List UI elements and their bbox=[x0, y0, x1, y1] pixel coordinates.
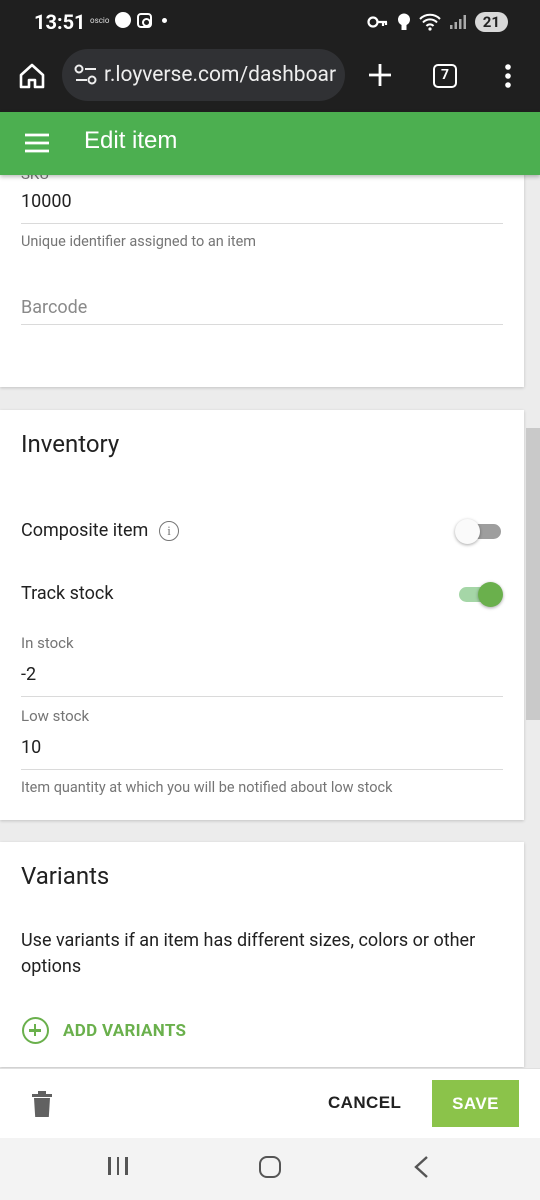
add-variants-label: ADD VARIANTS bbox=[63, 1020, 187, 1041]
add-variants-button[interactable]: ADD VARIANTS bbox=[22, 1017, 186, 1044]
recent-apps-icon[interactable] bbox=[108, 1157, 128, 1175]
url-text: r.loyverse.com/dashboard bbox=[104, 63, 336, 87]
app-header: Edit item bbox=[0, 112, 540, 175]
low-stock-underline bbox=[21, 769, 503, 770]
in-stock-input[interactable]: -2 bbox=[21, 664, 36, 685]
facebook-icon bbox=[115, 12, 132, 28]
home-icon[interactable] bbox=[18, 62, 46, 90]
in-stock-label: In stock bbox=[21, 634, 74, 652]
sku-card: SKU 10000 Unique identifier assigned to … bbox=[0, 175, 524, 387]
notification-icons: oscio bbox=[90, 12, 168, 28]
signal-icon bbox=[449, 15, 466, 29]
home-button-icon[interactable] bbox=[259, 1156, 281, 1178]
save-button[interactable]: SAVE bbox=[432, 1080, 519, 1127]
low-stock-helper-text: Item quantity at which you will be notif… bbox=[21, 779, 393, 796]
bulb-icon bbox=[397, 13, 410, 30]
battery-indicator: 21 bbox=[474, 12, 508, 32]
page-title: Edit item bbox=[84, 127, 178, 154]
wifi-icon bbox=[419, 13, 441, 31]
more-notifications-dot-icon bbox=[162, 17, 168, 23]
menu-icon[interactable] bbox=[24, 131, 50, 155]
low-stock-input[interactable]: 10 bbox=[21, 737, 41, 758]
sku-label: SKU bbox=[21, 175, 49, 183]
variants-card: Variants Use variants if an item has dif… bbox=[0, 842, 524, 1067]
composite-item-toggle[interactable] bbox=[455, 516, 503, 546]
add-circle-icon bbox=[22, 1017, 49, 1044]
status-bar: 13:51 oscio 21 bbox=[0, 0, 540, 44]
key-icon bbox=[367, 16, 387, 28]
variants-description: Use variants if an item has different si… bbox=[21, 930, 476, 977]
barcode-input[interactable]: Barcode bbox=[21, 297, 87, 318]
in-stock-underline bbox=[21, 696, 503, 697]
barcode-underline bbox=[21, 324, 503, 325]
system-navigation-bar bbox=[0, 1138, 540, 1200]
carrier-label: oscio bbox=[90, 15, 110, 25]
more-options-icon[interactable] bbox=[498, 62, 518, 90]
scrollbar-thumb[interactable] bbox=[526, 428, 540, 720]
track-stock-toggle[interactable] bbox=[455, 579, 503, 609]
address-bar[interactable]: r.loyverse.com/dashboard bbox=[62, 49, 345, 101]
delete-icon[interactable] bbox=[31, 1091, 53, 1117]
inventory-card: Inventory Composite item i Track stock I… bbox=[0, 410, 524, 820]
sku-helper-text: Unique identifier assigned to an item bbox=[21, 233, 256, 250]
back-icon[interactable] bbox=[412, 1155, 432, 1179]
cancel-button[interactable]: CANCEL bbox=[318, 1091, 411, 1115]
composite-item-label: Composite item bbox=[21, 520, 149, 541]
sku-input[interactable]: 10000 bbox=[21, 191, 72, 212]
tab-switcher-button[interactable]: 7 bbox=[433, 64, 457, 88]
info-icon[interactable]: i bbox=[159, 521, 179, 541]
new-tab-icon[interactable] bbox=[366, 61, 394, 89]
system-icons: 21 bbox=[367, 12, 508, 32]
inventory-title: Inventory bbox=[21, 430, 120, 458]
variants-title: Variants bbox=[21, 862, 110, 890]
instagram-icon bbox=[137, 12, 153, 28]
status-time: 13:51 bbox=[34, 10, 86, 34]
low-stock-label: Low stock bbox=[21, 707, 90, 725]
site-settings-icon[interactable] bbox=[74, 64, 98, 86]
form-content[interactable]: SKU 10000 Unique identifier assigned to … bbox=[0, 175, 540, 1068]
action-bar: CANCEL SAVE bbox=[0, 1068, 540, 1138]
track-stock-label: Track stock bbox=[21, 583, 114, 604]
browser-toolbar: r.loyverse.com/dashboard 7 bbox=[0, 44, 540, 112]
sku-underline bbox=[21, 223, 503, 224]
